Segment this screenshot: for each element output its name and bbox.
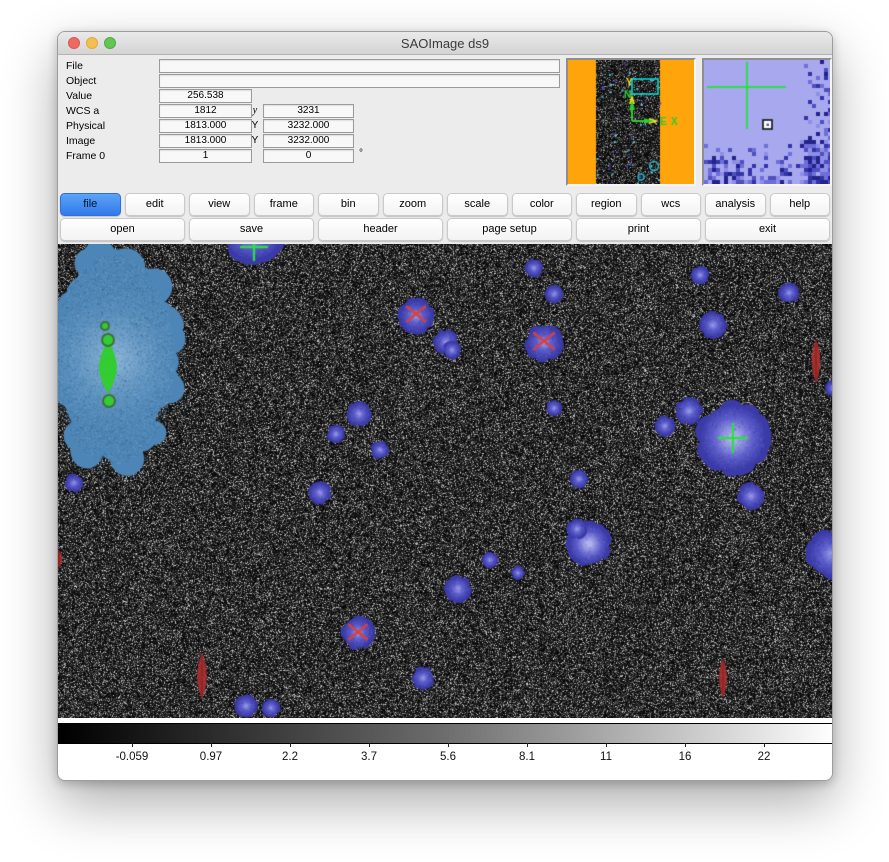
menu-view[interactable]: view — [189, 193, 250, 216]
info-label-value: Value — [66, 90, 92, 102]
coord-label-physical-2: Y — [248, 120, 262, 131]
colorbar-tick — [685, 743, 686, 747]
menu-color[interactable]: color — [512, 193, 573, 216]
info-field-frame-0-1[interactable]: 1 — [159, 149, 252, 163]
info-label-file: File — [66, 60, 83, 72]
info-label-frame-0: Frame 0 — [66, 150, 105, 162]
info-field-object[interactable] — [159, 74, 560, 88]
info-field-wcs-a-2[interactable]: 3231 — [263, 104, 354, 118]
info-field-physical-1[interactable]: 1813.000 — [159, 119, 252, 133]
info-field-image-1[interactable]: 1813.000 — [159, 134, 252, 148]
image-display-area — [58, 244, 833, 718]
colorbar-tick — [606, 743, 607, 747]
colorbar-tick — [764, 743, 765, 747]
title-bar[interactable]: SAOImage ds9 — [58, 32, 832, 55]
button-save[interactable]: save — [189, 218, 314, 241]
button-page-setup[interactable]: page setup — [447, 218, 572, 241]
panner-canvas[interactable] — [566, 58, 696, 186]
menu-frame[interactable]: frame — [254, 193, 315, 216]
info-label-wcs-a: WCS a — [66, 105, 99, 117]
menu-wcs[interactable]: wcs — [641, 193, 702, 216]
info-field-value[interactable]: 256.538 — [159, 89, 252, 103]
degree-symbol: ° — [359, 148, 363, 159]
colorbar-tick-label: 8.1 — [519, 751, 535, 763]
info-label-object: Object — [66, 75, 96, 87]
magnifier-canvas — [702, 58, 832, 186]
coord-label-wcs-a-2: y — [248, 105, 262, 116]
colorbar-tick — [527, 743, 528, 747]
colorbar-tick-label: 5.6 — [440, 751, 456, 763]
menu-button-row: fileeditviewframebinzoomscalecolorregion… — [60, 193, 830, 216]
button-open[interactable]: open — [60, 218, 185, 241]
menu-edit[interactable]: edit — [125, 193, 186, 216]
colorbar-tick-label: 11 — [600, 751, 612, 763]
colorbar[interactable] — [58, 723, 833, 744]
menu-analysis[interactable]: analysis — [705, 193, 766, 216]
colorbar-tick — [448, 743, 449, 747]
menu-bin[interactable]: bin — [318, 193, 379, 216]
colorbar-tick — [290, 743, 291, 747]
info-field-frame-0-2[interactable]: 0 — [263, 149, 354, 163]
button-exit[interactable]: exit — [705, 218, 830, 241]
ds9-window: SAOImage ds9 File Object Value 256.538 WCS a… — [57, 31, 833, 781]
menu-file[interactable]: file — [60, 193, 121, 216]
colorbar-tick-label: 3.7 — [361, 751, 377, 763]
colorbar-tick — [369, 743, 370, 747]
colorbar-tick-label: 22 — [758, 751, 771, 763]
colorbar-tick-label: -0.059 — [116, 751, 149, 763]
menu-region[interactable]: region — [576, 193, 637, 216]
colorbar-area: -0.059 0.97 2.2 3.7 5.6 8.1 11 16 22 — [58, 718, 832, 780]
window-title: SAOImage ds9 — [58, 36, 832, 51]
info-field-image-2[interactable]: 3232.000 — [263, 134, 354, 148]
colorbar-tick-label: 16 — [679, 751, 692, 763]
button-header[interactable]: header — [318, 218, 443, 241]
coord-label-image-2: Y — [248, 135, 262, 146]
colorbar-tick — [211, 743, 212, 747]
image-display[interactable] — [58, 244, 833, 718]
menu-scale[interactable]: scale — [447, 193, 508, 216]
info-field-wcs-a-1[interactable]: 1812 — [159, 104, 252, 118]
menu-zoom[interactable]: zoom — [383, 193, 444, 216]
file-button-row: opensaveheaderpage setupprintexit — [60, 218, 830, 241]
info-label-physical: Physical — [66, 120, 105, 132]
info-field-physical-2[interactable]: 3232.000 — [263, 119, 354, 133]
colorbar-tick-label: 0.97 — [200, 751, 222, 763]
info-field-file[interactable] — [159, 59, 560, 73]
colorbar-tick — [132, 743, 133, 747]
info-label-image: Image — [66, 135, 95, 147]
button-print[interactable]: print — [576, 218, 701, 241]
menu-help[interactable]: help — [770, 193, 831, 216]
colorbar-tick-label: 2.2 — [282, 751, 298, 763]
